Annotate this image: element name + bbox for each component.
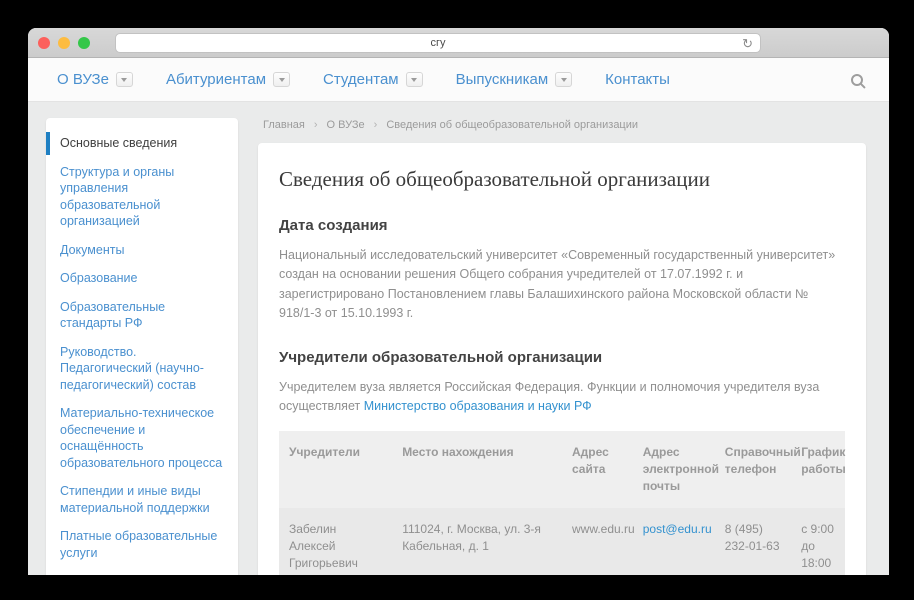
search-icon[interactable]: [851, 74, 863, 86]
window-controls: [38, 37, 90, 49]
section-heading-founders: Учредители образовательной организации: [279, 349, 845, 366]
main-column: Главная › О ВУЗе › Сведения об общеобраз…: [258, 116, 866, 575]
nav-label: Выпускникам: [456, 71, 549, 88]
col-header-website: Адрес сайта: [562, 431, 633, 507]
col-header-founders: Учредители: [279, 431, 392, 507]
minimize-window-button[interactable]: [58, 37, 70, 49]
sidebar-item-facilities[interactable]: Материально-техническое обеспечение и ос…: [46, 399, 238, 477]
sidebar-item-basic-info[interactable]: Основные сведения: [46, 129, 238, 158]
url-text: сгу: [430, 37, 445, 49]
cell-website: www.edu.ru: [562, 508, 633, 575]
address-bar[interactable]: сгу ↻: [115, 33, 761, 53]
nav-item-students[interactable]: Студентам: [323, 71, 423, 88]
cell-founder: Забелин Алексей Григорьевич: [279, 508, 392, 575]
page-title: Сведения об общеобразовательной организа…: [279, 167, 845, 192]
sidebar-item-leadership[interactable]: Руководство. Педагогический (научно-педа…: [46, 338, 238, 400]
nav-item-contacts[interactable]: Контакты: [605, 71, 670, 88]
nav-label: Абитуриентам: [166, 71, 266, 88]
breadcrumb-current: Сведения об общеобразовательной организа…: [386, 119, 638, 131]
nav-item-about[interactable]: О ВУЗе: [57, 71, 133, 88]
breadcrumb-separator: ›: [374, 119, 378, 131]
dropdown-toggle[interactable]: [555, 72, 572, 87]
sidebar-item-structure[interactable]: Структура и органы управления образовате…: [46, 158, 238, 236]
section-heading-creation-date: Дата создания: [279, 217, 845, 234]
col-header-phone: Справочный телефон: [715, 431, 791, 507]
zoom-window-button[interactable]: [78, 37, 90, 49]
col-header-email: Адрес электронной почты: [633, 431, 715, 507]
main-content-card: Сведения об общеобразовательной организа…: [258, 143, 866, 575]
breadcrumb-separator: ›: [314, 119, 318, 131]
browser-window: сгу ↻ О ВУЗе Абитуриентам Студентам Выпу…: [28, 28, 889, 575]
chevron-down-icon: [279, 78, 285, 82]
sidebar-item-scholarships[interactable]: Стипендии и иные виды материальной подде…: [46, 477, 238, 522]
email-link[interactable]: post@edu.ru: [643, 522, 712, 536]
reload-icon[interactable]: ↻: [742, 36, 753, 52]
chevron-down-icon: [561, 78, 567, 82]
dropdown-toggle[interactable]: [273, 72, 290, 87]
nav-item-alumni[interactable]: Выпускникам: [456, 71, 573, 88]
chevron-down-icon: [411, 78, 417, 82]
close-window-button[interactable]: [38, 37, 50, 49]
founders-table: Учредители Место нахождения Адрес сайта …: [279, 431, 845, 575]
sidebar-menu-card: Основные сведения Структура и органы упр…: [46, 118, 238, 575]
dropdown-toggle[interactable]: [406, 72, 423, 87]
sidebar-item-paid-services[interactable]: Платные образовательные услуги: [46, 522, 238, 567]
table-row: Забелин Алексей Григорьевич 111024, г. М…: [279, 508, 845, 575]
sidebar-item-education[interactable]: Образование: [46, 264, 238, 293]
col-header-schedule: График работы: [791, 431, 845, 507]
breadcrumb: Главная › О ВУЗе › Сведения об общеобраз…: [258, 116, 866, 131]
ministry-link[interactable]: Министерство образования и науки РФ: [364, 399, 592, 413]
founders-text: Учредителем вуза является Российская Фед…: [279, 378, 845, 417]
nav-label: Студентам: [323, 71, 399, 88]
sidebar: Основные сведения Структура и органы упр…: [46, 116, 238, 575]
page-content: Основные сведения Структура и органы упр…: [28, 102, 889, 575]
breadcrumb-about[interactable]: О ВУЗе: [327, 119, 365, 131]
col-header-location: Место нахождения: [392, 431, 562, 507]
dropdown-toggle[interactable]: [116, 72, 133, 87]
cell-address: 111024, г. Москва, ул. 3-я Кабельная, д.…: [392, 508, 562, 575]
creation-date-text: Национальный исследовательский университ…: [279, 246, 845, 324]
chevron-down-icon: [121, 78, 127, 82]
sidebar-item-financial[interactable]: Финансово-хозяйственная деятельность: [46, 567, 238, 575]
site-navbar: О ВУЗе Абитуриентам Студентам Выпускника…: [28, 58, 889, 102]
nav-item-applicants[interactable]: Абитуриентам: [166, 71, 290, 88]
sidebar-item-documents[interactable]: Документы: [46, 236, 238, 265]
nav-label: Контакты: [605, 71, 670, 88]
breadcrumb-home[interactable]: Главная: [263, 119, 305, 131]
browser-titlebar: сгу ↻: [28, 28, 889, 58]
cell-phone: 8 (495) 232-01-63: [715, 508, 791, 575]
sidebar-item-standards[interactable]: Образовательные стандарты РФ: [46, 293, 238, 338]
nav-label: О ВУЗе: [57, 71, 109, 88]
cell-schedule: с 9:00 до 18:00: [791, 508, 845, 575]
table-header-row: Учредители Место нахождения Адрес сайта …: [279, 431, 845, 507]
